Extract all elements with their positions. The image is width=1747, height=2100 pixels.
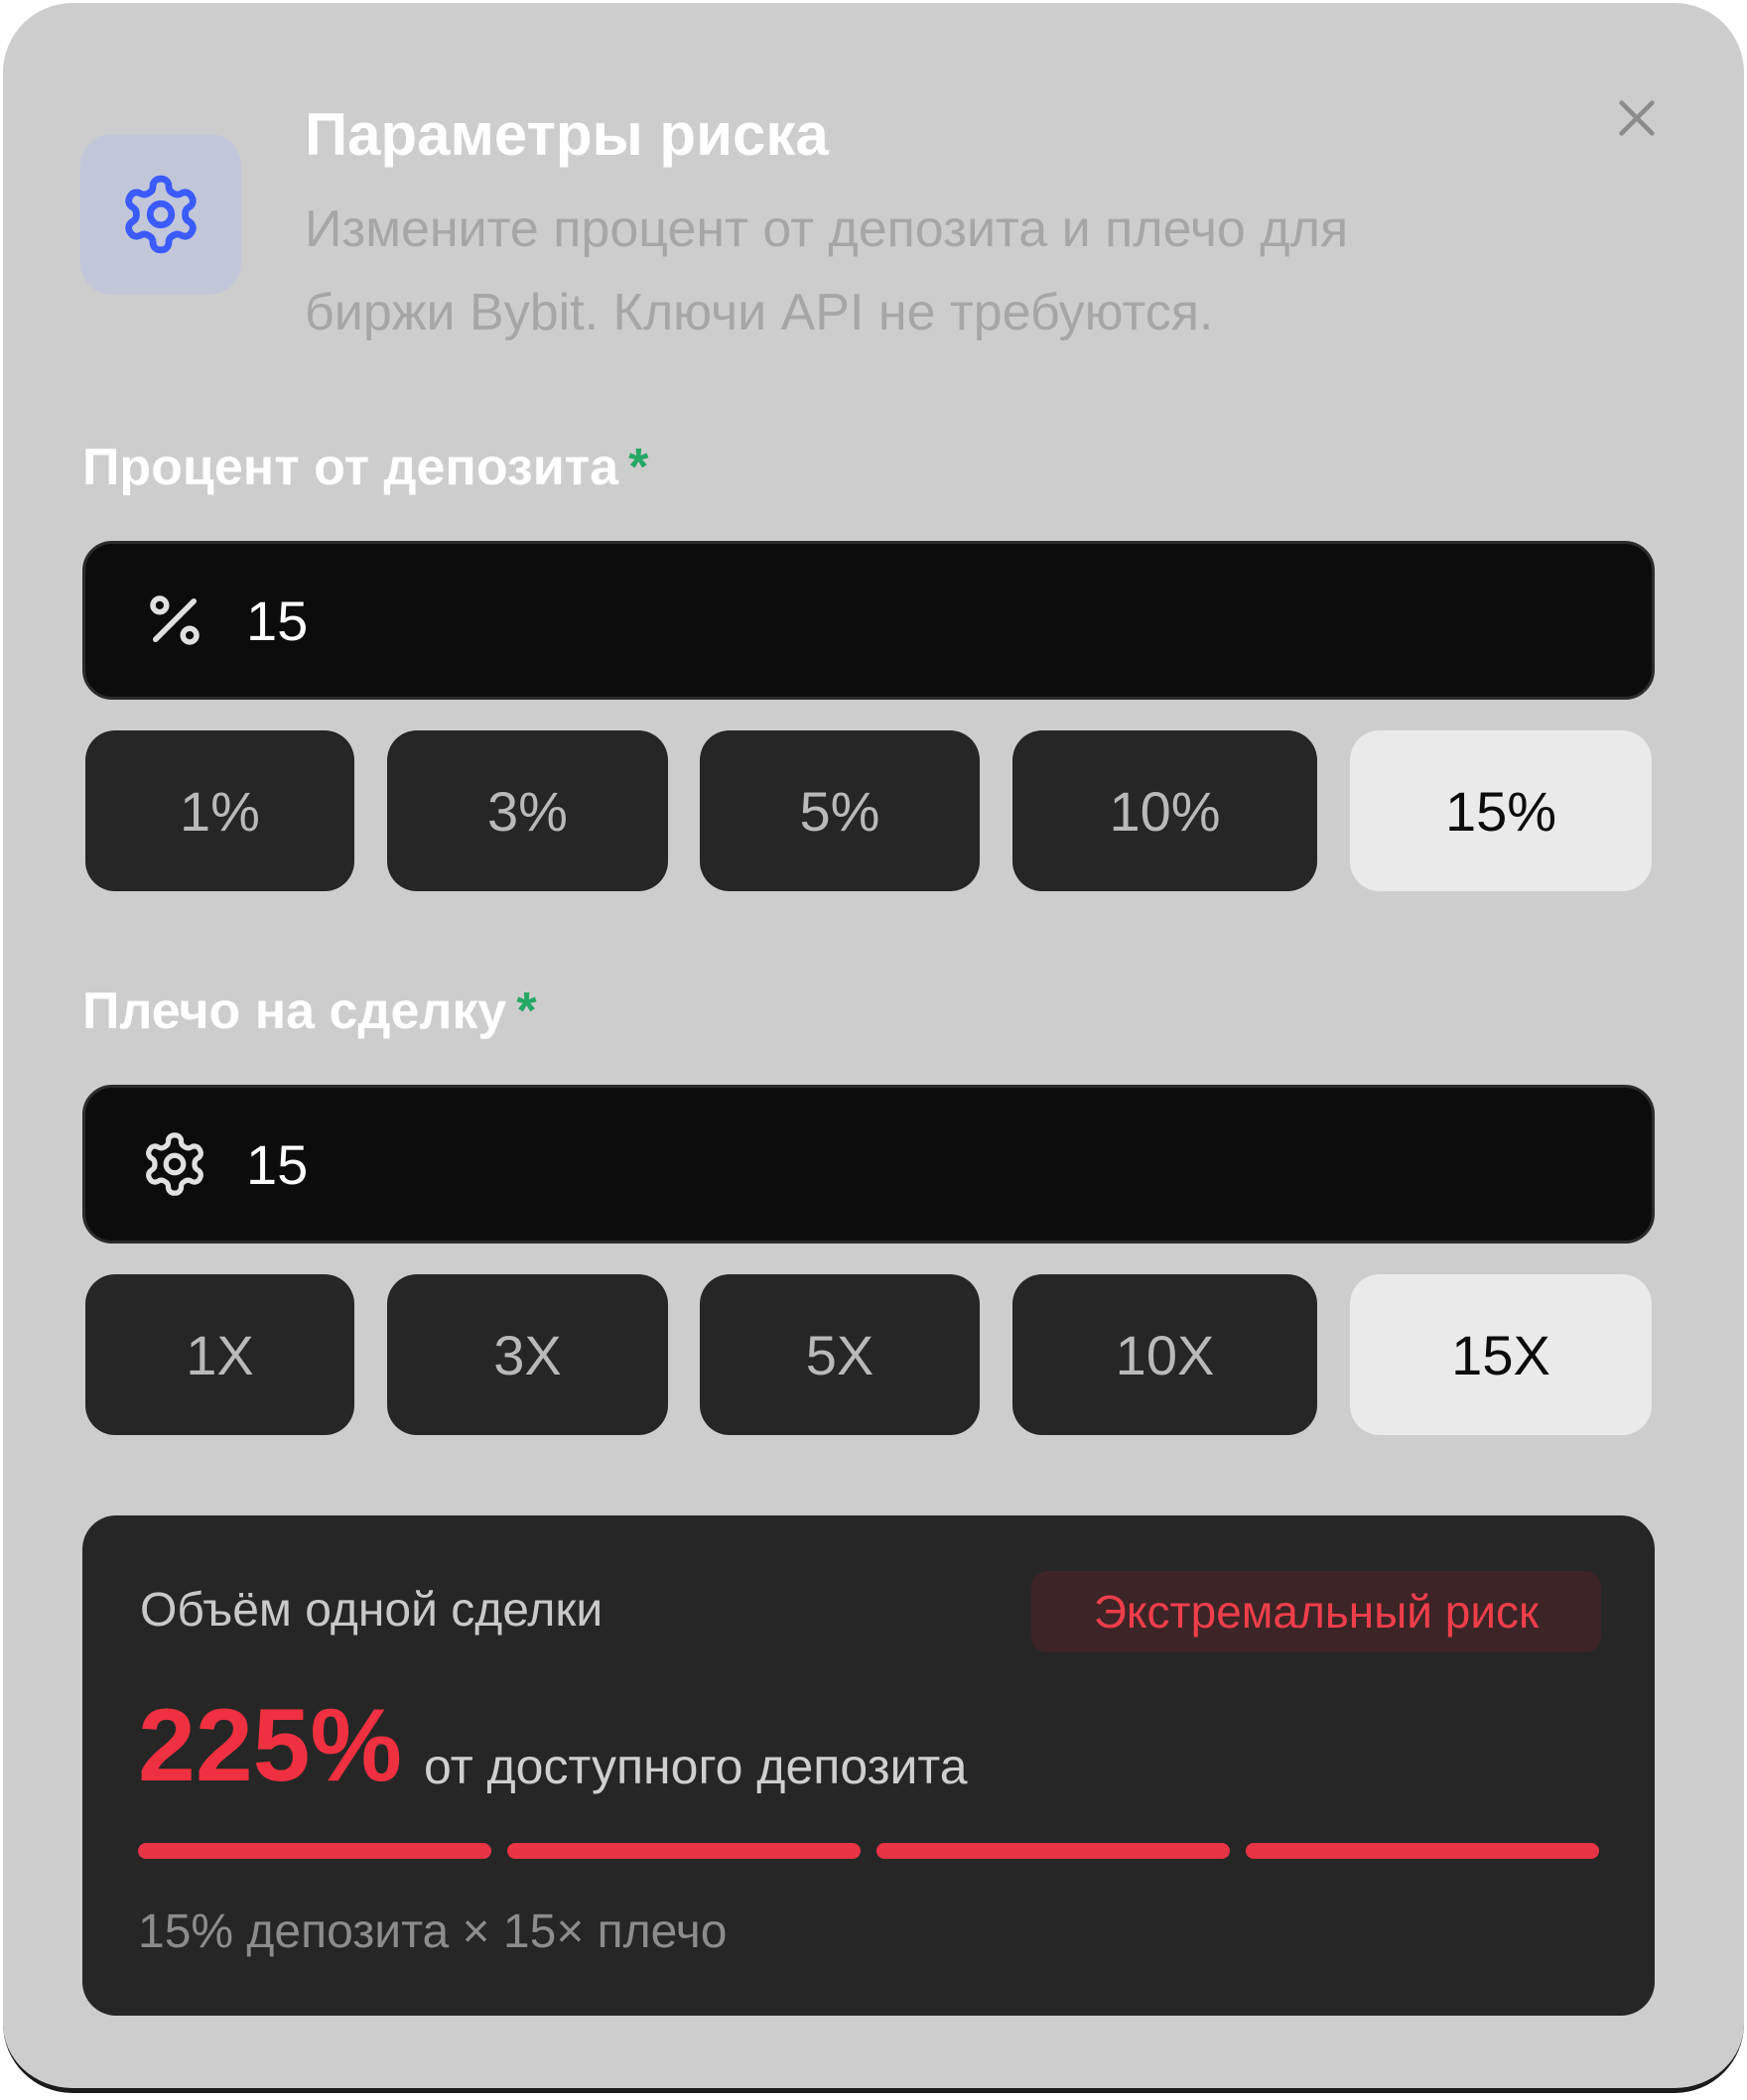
required-mark: *: [628, 439, 649, 496]
deposit-label-text: Процент от депозита: [82, 439, 619, 496]
deposit-percent-label: Процент от депозита *: [82, 436, 648, 499]
deposit-percent-input[interactable]: [246, 588, 1537, 653]
position-size-formula: 15% депозита × 15× плечо: [138, 1905, 728, 1958]
gear-icon: [125, 175, 197, 254]
header-icon-tile: [80, 134, 241, 295]
preset-5x[interactable]: 5X: [700, 1274, 980, 1435]
risk-meter-segment: [1246, 1843, 1599, 1859]
risk-meter-segment: [138, 1843, 491, 1859]
preset-1x[interactable]: 1X: [85, 1274, 354, 1435]
subtitle-line: биржи Bybit. Ключи API не требуются.: [305, 284, 1214, 341]
risk-meter-segment: [876, 1843, 1230, 1859]
position-size-value: 225%: [138, 1688, 402, 1803]
leverage-input[interactable]: [246, 1131, 1537, 1197]
preset-5-percent[interactable]: 5%: [700, 730, 980, 891]
deposit-presets: 1% 3% 5% 10% 15%: [82, 730, 1655, 891]
close-button[interactable]: [1609, 90, 1665, 146]
summary-label: Объём одной сделки: [140, 1584, 604, 1637]
subtitle-line: Измените процент от депозита и плечо для: [305, 200, 1349, 258]
close-icon: [1619, 100, 1655, 136]
preset-3x[interactable]: 3X: [387, 1274, 668, 1435]
deposit-percent-field[interactable]: [82, 541, 1655, 700]
risk-settings-dialog: Параметры риска Измените процент от депо…: [3, 3, 1744, 2093]
gear-icon: [137, 1126, 212, 1202]
risk-level-badge: Экстремальный риск: [1031, 1571, 1601, 1652]
percent-icon: [137, 583, 212, 658]
leverage-label: Плечо на сделку *: [82, 980, 537, 1043]
preset-3-percent[interactable]: 3%: [387, 730, 668, 891]
preset-15-percent[interactable]: 15%: [1350, 730, 1652, 891]
leverage-presets: 1X 3X 5X 10X 15X: [82, 1274, 1655, 1435]
leverage-field[interactable]: [82, 1085, 1655, 1244]
preset-15x[interactable]: 15X: [1350, 1274, 1652, 1435]
risk-meter-segment: [507, 1843, 861, 1859]
preset-10-percent[interactable]: 10%: [1012, 730, 1317, 891]
preset-10x[interactable]: 10X: [1012, 1274, 1317, 1435]
preset-1-percent[interactable]: 1%: [85, 730, 354, 891]
required-mark: *: [516, 983, 537, 1040]
dialog-title: Параметры риска: [305, 101, 829, 168]
dialog-subtitle: Измените процент от депозита и плечо для…: [305, 188, 1545, 354]
position-size-summary: Объём одной сделки Экстремальный риск 22…: [82, 1515, 1655, 2016]
position-size-suffix: от доступного депозита: [424, 1739, 968, 1794]
leverage-label-text: Плечо на сделку: [82, 983, 507, 1040]
